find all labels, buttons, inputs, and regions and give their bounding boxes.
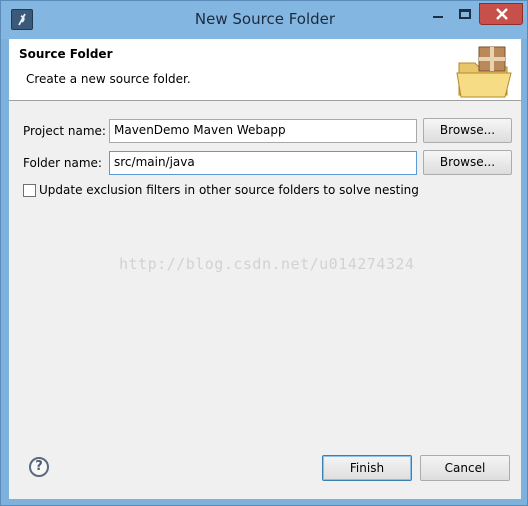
help-icon[interactable]: ? — [29, 457, 49, 477]
maximize-icon — [459, 9, 471, 19]
dialog-body: Source Folder Create a new source folder… — [9, 39, 521, 499]
folder-name-label: Folder name: — [23, 156, 102, 170]
maximize-button[interactable] — [452, 3, 478, 25]
minimize-icon — [433, 16, 443, 18]
cancel-button[interactable]: Cancel — [420, 455, 510, 481]
folder-browse-button[interactable]: Browse... — [423, 150, 512, 175]
finish-button[interactable]: Finish — [322, 455, 412, 481]
exclusion-filters-label[interactable]: Update exclusion filters in other source… — [39, 183, 419, 197]
watermark-text: http://blog.csdn.net/u014274324 — [119, 255, 415, 273]
project-name-input[interactable]: MavenDemo Maven Webapp — [109, 119, 417, 143]
exclusion-filters-checkbox[interactable] — [23, 184, 36, 197]
project-browse-button[interactable]: Browse... — [423, 118, 512, 143]
close-icon — [496, 8, 508, 20]
title-bar[interactable]: New Source Folder — [1, 1, 527, 39]
banner-description: Create a new source folder. — [26, 72, 191, 86]
minimize-button[interactable] — [425, 3, 451, 25]
project-name-label: Project name: — [23, 124, 106, 138]
wizard-banner: Source Folder Create a new source folder… — [9, 39, 521, 101]
banner-title: Source Folder — [19, 47, 113, 61]
source-folder-package-icon — [455, 43, 517, 102]
dialog-window: New Source Folder Source Folder Create a… — [0, 0, 528, 506]
folder-name-input[interactable]: src/main/java — [109, 151, 417, 175]
close-button[interactable] — [479, 3, 523, 25]
